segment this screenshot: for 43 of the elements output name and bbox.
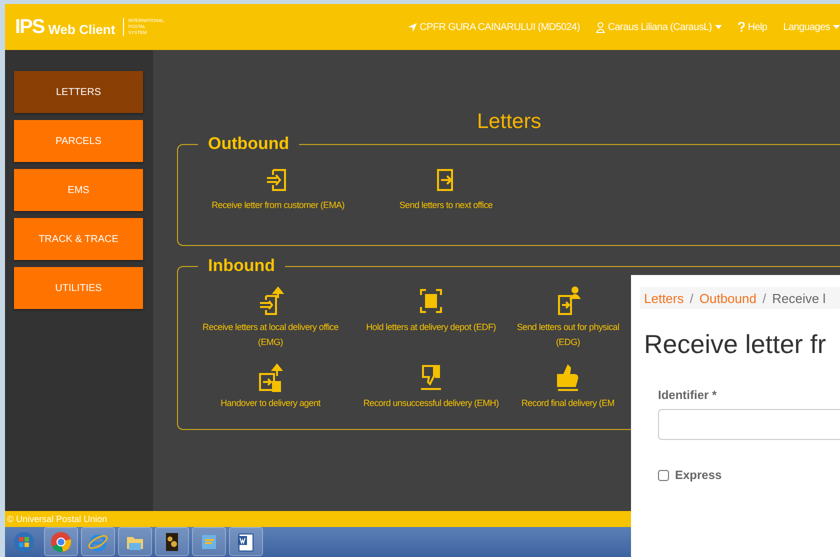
logo-mark: IPS	[15, 16, 44, 38]
operation-link[interactable]: Record unsuccessful delivery (EMH)	[363, 362, 499, 411]
breadcrumb-current: Receive l	[772, 290, 826, 306]
sidebar-item[interactable]: EMS	[14, 169, 143, 211]
nav-link[interactable]: Languages	[783, 22, 840, 32]
section-title: Outbound	[207, 134, 290, 154]
globe-icon[interactable]	[81, 527, 115, 556]
operation-link[interactable]: Hold letters at delivery depot (EDF)	[366, 286, 496, 350]
caret-icon	[833, 25, 840, 29]
express-checkbox[interactable]	[658, 470, 669, 480]
breadcrumb-link[interactable]: Letters	[644, 290, 684, 306]
nav-link[interactable]: CPFR GURA CAINARULUI (MD5024)	[408, 22, 580, 32]
operation-link[interactable]: Send letters out for physical (EDG)	[516, 286, 620, 350]
page-title: Letters	[477, 110, 542, 134]
breadcrumb-separator: /	[762, 290, 766, 306]
browser-icon[interactable]	[44, 527, 78, 556]
user-icon	[596, 22, 605, 32]
operation-link[interactable]: Receive letters at local delivery office (EMG)	[202, 286, 338, 350]
identifier-field[interactable]	[658, 409, 840, 440]
nav-link[interactable]: Caraus Liliana (CarausL)	[596, 22, 722, 32]
breadcrumb-separator: /	[690, 290, 694, 306]
checkbox-label: Express	[675, 468, 722, 482]
operation-link[interactable]: Send letters to next office	[399, 164, 493, 213]
operation-link[interactable]: Handover to delivery agent	[220, 362, 320, 411]
sidebar-item[interactable]: UTILITIES	[14, 267, 143, 309]
nav-link[interactable]: Help	[738, 22, 768, 32]
exit-document-icon	[256, 362, 284, 392]
sidebar-item[interactable]: LETTERS	[14, 71, 143, 113]
question-icon	[738, 22, 745, 32]
location-arrow-icon	[408, 22, 417, 32]
logo-name: Web Client	[48, 22, 116, 36]
section-title: Inbound	[207, 256, 276, 276]
sidebar-item[interactable]: PARCELS	[14, 120, 143, 162]
sidebar-item[interactable]: TRACK & TRACE	[14, 218, 143, 260]
operation-link[interactable]: Receive letter from customer (EMA)	[212, 164, 344, 213]
operation-link[interactable]: Record final delivery (EM	[521, 362, 615, 411]
photo-icon[interactable]	[155, 527, 189, 556]
form-title: Receive letter fr	[644, 329, 828, 360]
field-label: Identifier *	[658, 388, 718, 402]
breadcrumb-link[interactable]: Outbound	[699, 290, 756, 306]
document-icon[interactable]	[229, 527, 263, 556]
copyright-text: © Universal Postal Union	[7, 514, 108, 524]
caret-icon	[714, 25, 722, 29]
